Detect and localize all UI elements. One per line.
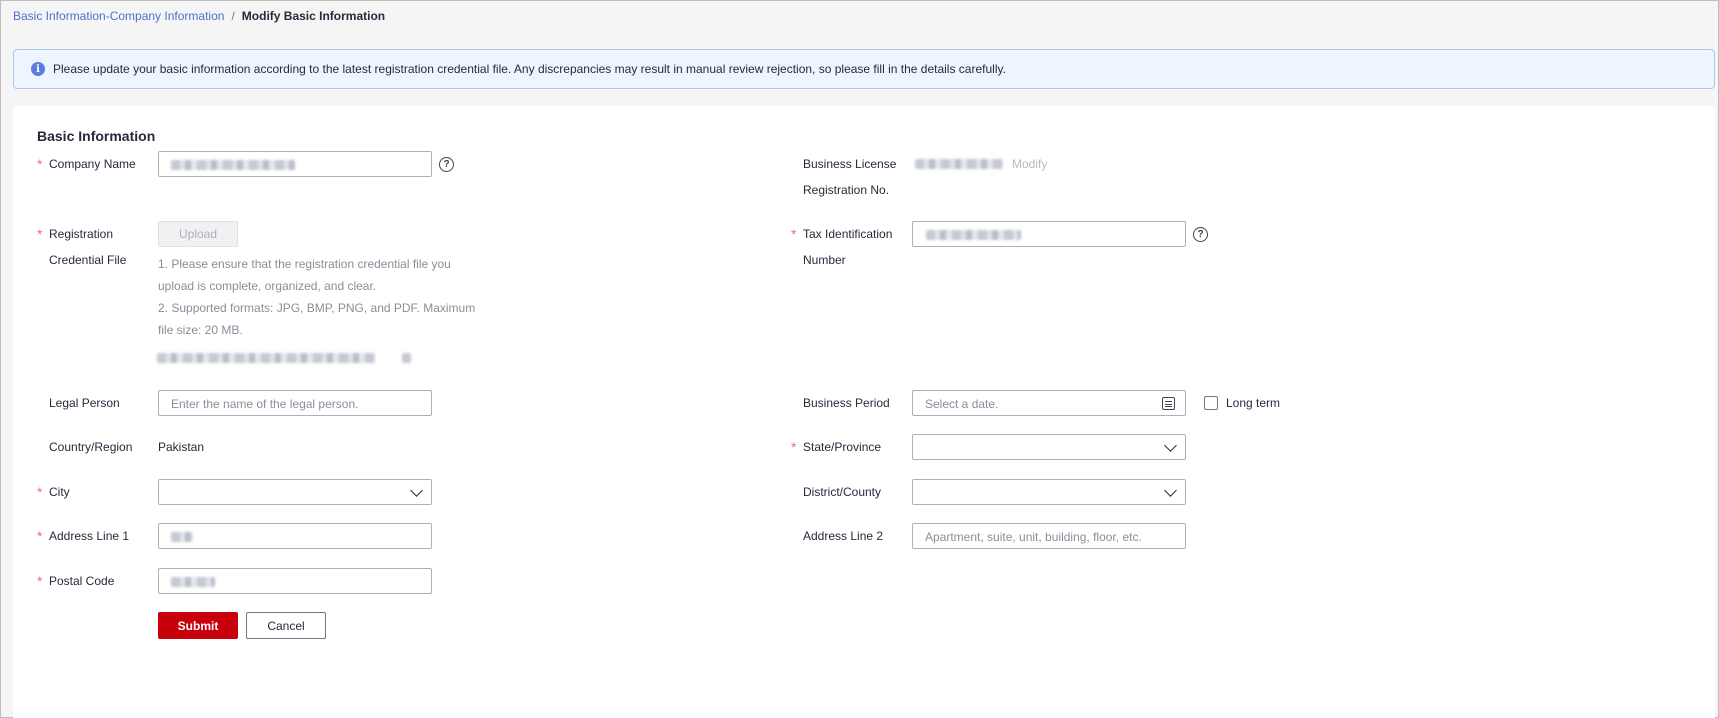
city-select[interactable] [158, 479, 432, 505]
modify-link[interactable]: Modify [1012, 150, 1047, 178]
upload-hint-1: 1. Please ensure that the registration c… [158, 257, 451, 293]
business-license-label-line2: Registration No. [803, 183, 890, 197]
registration-label-line2: Credential File [49, 253, 127, 267]
country-region-value: Pakistan [158, 440, 205, 454]
required-mark: * [37, 226, 43, 242]
cancel-button[interactable]: Cancel [246, 612, 326, 639]
uploaded-file-name-redacted [157, 353, 375, 363]
section-title: Basic Information [37, 128, 156, 144]
required-mark: * [791, 226, 797, 242]
address-line-1-label: Address Line 1 [49, 529, 130, 543]
uploaded-file-delete-redacted[interactable] [402, 353, 411, 363]
business-period-date-picker[interactable]: Select a date. [912, 390, 1186, 416]
upload-hint-2: 2. Supported formats: JPG, BMP, PNG, and… [158, 301, 476, 337]
breadcrumb: Basic Information-Company Information / … [13, 9, 385, 23]
required-mark: * [37, 484, 43, 500]
tax-id-help-icon[interactable]: ? [1193, 227, 1208, 242]
required-mark: * [37, 528, 43, 544]
long-term-label[interactable]: Long term [1226, 389, 1280, 417]
required-mark: * [37, 573, 43, 589]
legal-person-label: Legal Person [49, 396, 120, 410]
legal-person-input[interactable]: Enter the name of the legal person. [158, 390, 432, 416]
address-line-2-label: Address Line 2 [803, 529, 884, 543]
tax-id-label-line1: Tax Identification [803, 227, 893, 241]
info-icon: i [31, 62, 45, 76]
postal-code-label: Postal Code [49, 574, 115, 588]
tax-id-input[interactable] [912, 221, 1186, 247]
required-mark: * [791, 439, 797, 455]
info-notice: i Please update your basic information a… [13, 49, 1715, 89]
country-region-label: Country/Region [49, 440, 133, 454]
basic-info-card: Basic Information * Company Name ? Busin… [13, 106, 1715, 718]
calendar-icon[interactable] [1162, 397, 1175, 410]
business-period-label: Business Period [803, 396, 890, 410]
notice-text: Please update your basic information acc… [53, 62, 1006, 76]
company-name-help-icon[interactable]: ? [439, 157, 454, 172]
address-line-2-input[interactable]: Apartment, suite, unit, building, floor,… [912, 523, 1186, 549]
company-name-input[interactable] [158, 151, 432, 177]
business-period-placeholder: Select a date. [925, 397, 999, 411]
company-name-value-redacted [171, 160, 295, 170]
state-province-select[interactable] [912, 434, 1186, 460]
city-label: City [49, 485, 70, 499]
district-county-select[interactable] [912, 479, 1186, 505]
long-term-checkbox[interactable] [1204, 396, 1218, 410]
tax-id-label-line2: Number [803, 253, 846, 267]
district-county-label: District/County [803, 485, 882, 499]
address-line-1-value-redacted [171, 532, 193, 542]
breadcrumb-current: Modify Basic Information [241, 9, 386, 23]
submit-button[interactable]: Submit [158, 612, 238, 639]
required-mark: * [37, 156, 43, 172]
chevron-down-icon [1164, 439, 1177, 452]
breadcrumb-parent-link[interactable]: Basic Information-Company Information [13, 9, 224, 23]
tax-id-value-redacted [926, 230, 1021, 240]
chevron-down-icon [410, 484, 423, 497]
address-line-1-input[interactable] [158, 523, 432, 549]
business-license-label-line1: Business License [803, 157, 897, 171]
page-frame: Basic Information-Company Information / … [0, 0, 1719, 718]
chevron-down-icon [1164, 484, 1177, 497]
company-name-label: Company Name [49, 157, 136, 171]
business-license-value-redacted [915, 159, 1003, 169]
postal-code-input[interactable] [158, 568, 432, 594]
registration-label-line1: Registration [49, 227, 114, 241]
state-province-label: State/Province [803, 440, 882, 454]
postal-code-value-redacted [171, 577, 215, 587]
breadcrumb-separator: / [231, 9, 235, 23]
upload-button[interactable]: Upload [158, 221, 238, 247]
